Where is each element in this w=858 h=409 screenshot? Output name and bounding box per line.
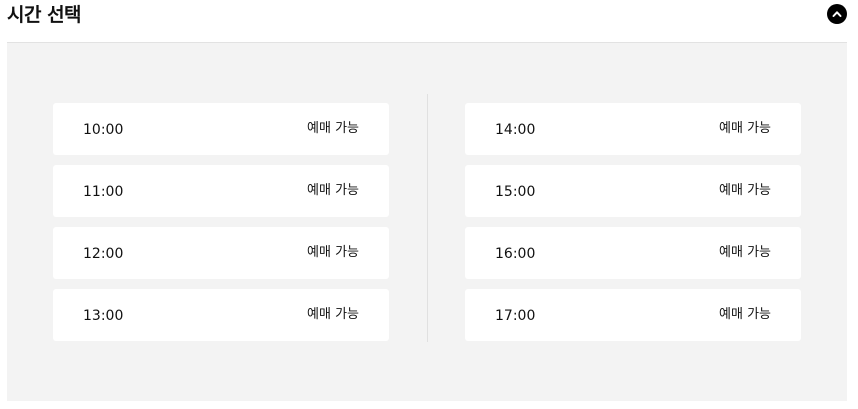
slot-status: 예매 가능 xyxy=(307,307,359,322)
slot-status: 예매 가능 xyxy=(719,245,771,260)
slot-status: 예매 가능 xyxy=(719,183,771,198)
slot-status: 예매 가능 xyxy=(719,307,771,322)
time-slot[interactable]: 14:00 예매 가능 xyxy=(465,103,801,155)
time-slot[interactable]: 17:00 예매 가능 xyxy=(465,289,801,341)
time-select-header: 시간 선택 xyxy=(0,0,858,42)
slot-time: 17:00 xyxy=(495,308,536,324)
slot-time: 13:00 xyxy=(83,308,124,324)
slot-time: 16:00 xyxy=(495,246,536,262)
slot-status: 예매 가능 xyxy=(307,121,359,136)
slot-status: 예매 가능 xyxy=(719,121,771,136)
time-slot[interactable]: 16:00 예매 가능 xyxy=(465,227,801,279)
time-slot-column-right: 14:00 예매 가능 15:00 예매 가능 16:00 예매 가능 17:0… xyxy=(465,103,801,351)
slot-time: 14:00 xyxy=(495,122,536,138)
time-slot[interactable]: 12:00 예매 가능 xyxy=(53,227,389,279)
time-slot[interactable]: 13:00 예매 가능 xyxy=(53,289,389,341)
time-slot[interactable]: 11:00 예매 가능 xyxy=(53,165,389,217)
time-slot[interactable]: 10:00 예매 가능 xyxy=(53,103,389,155)
time-slot-panel: 10:00 예매 가능 11:00 예매 가능 12:00 예매 가능 13:0… xyxy=(7,43,847,401)
time-slot-column-left: 10:00 예매 가능 11:00 예매 가능 12:00 예매 가능 13:0… xyxy=(53,103,389,351)
slot-status: 예매 가능 xyxy=(307,183,359,198)
column-separator xyxy=(427,94,428,342)
collapse-button[interactable] xyxy=(827,4,847,24)
slot-time: 15:00 xyxy=(495,184,536,200)
chevron-up-icon xyxy=(832,11,842,17)
slot-time: 11:00 xyxy=(83,184,124,200)
slot-status: 예매 가능 xyxy=(307,245,359,260)
slot-time: 12:00 xyxy=(83,246,124,262)
slot-time: 10:00 xyxy=(83,122,124,138)
section-title: 시간 선택 xyxy=(7,4,82,26)
time-slot[interactable]: 15:00 예매 가능 xyxy=(465,165,801,217)
